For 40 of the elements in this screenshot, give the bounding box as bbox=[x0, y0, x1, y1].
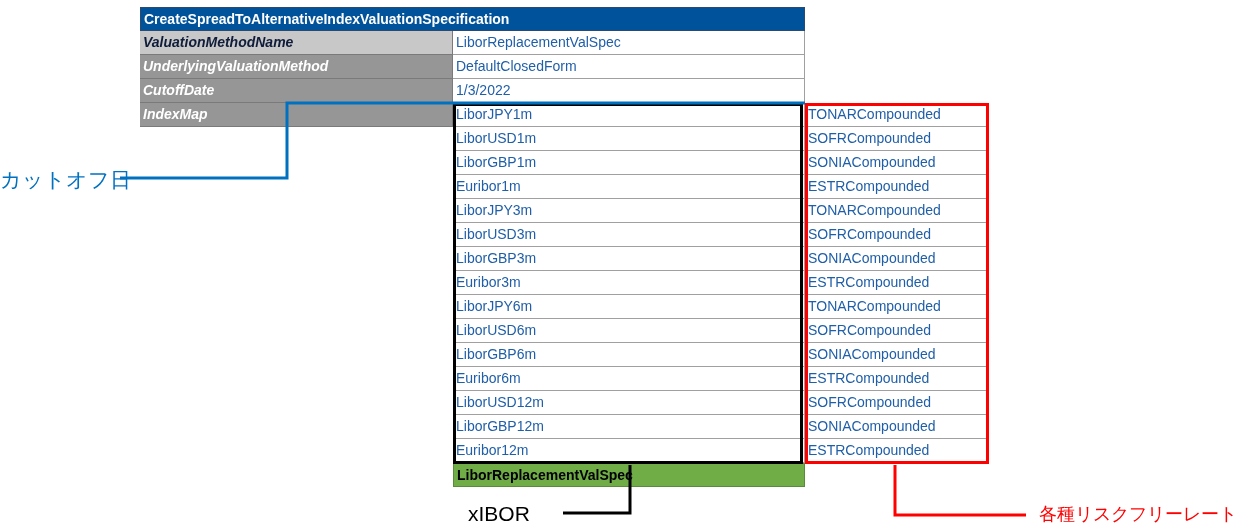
table-cell: ESTRCompounded bbox=[805, 175, 988, 199]
table-cell: LiborGBP12m bbox=[453, 415, 805, 439]
callout-label: xIBOR bbox=[468, 503, 530, 524]
field-value: DefaultClosedForm bbox=[453, 55, 805, 79]
table-cell: SONIACompounded bbox=[805, 151, 988, 175]
table-cell: TONARCompounded bbox=[805, 295, 988, 319]
table-cell: LiborJPY1m bbox=[453, 103, 805, 127]
table-title: CreateSpreadToAlternativeIndexValuationSpecification bbox=[140, 7, 805, 31]
table-cell: ESTRCompounded bbox=[805, 439, 988, 463]
field-value: 1/3/2022 bbox=[453, 79, 805, 103]
table-cell: LiborJPY6m bbox=[453, 295, 805, 319]
table-cell: ESTRCompounded bbox=[805, 367, 988, 391]
field-label: CutoffDate bbox=[140, 79, 453, 103]
table-cell: SONIACompounded bbox=[805, 415, 988, 439]
table-cell: SOFRCompounded bbox=[805, 391, 988, 415]
table-cell: SONIACompounded bbox=[805, 247, 988, 271]
table-cell: SONIACompounded bbox=[805, 343, 988, 367]
table-cell: LiborUSD1m bbox=[453, 127, 805, 151]
table-cell: LiborUSD12m bbox=[453, 391, 805, 415]
table-cell: LiborGBP1m bbox=[453, 151, 805, 175]
table-cell: LiborJPY3m bbox=[453, 199, 805, 223]
field-label: IndexMap bbox=[140, 103, 453, 127]
table-cell: ESTRCompounded bbox=[805, 271, 988, 295]
field-label: ValuationMethodName bbox=[140, 31, 453, 55]
table-cell: TONARCompounded bbox=[805, 199, 988, 223]
table-cell: Euribor3m bbox=[453, 271, 805, 295]
table-cell: LiborGBP6m bbox=[453, 343, 805, 367]
table-cell: SOFRCompounded bbox=[805, 319, 988, 343]
field-label: UnderlyingValuationMethod bbox=[140, 55, 453, 79]
table-cell: Euribor1m bbox=[453, 175, 805, 199]
field-value: LiborReplacementValSpec bbox=[453, 31, 805, 55]
table-cell: Euribor6m bbox=[453, 367, 805, 391]
table-cell: SOFRCompounded bbox=[805, 127, 988, 151]
table-cell: SOFRCompounded bbox=[805, 223, 988, 247]
table-cell: LiborGBP3m bbox=[453, 247, 805, 271]
table-cell: LiborUSD6m bbox=[453, 319, 805, 343]
table-cell: TONARCompounded bbox=[805, 103, 988, 127]
table-cell: LiborUSD3m bbox=[453, 223, 805, 247]
callout-label: 各種リスクフリーレート bbox=[1039, 505, 1237, 523]
table-cell: Euribor12m bbox=[453, 439, 805, 463]
